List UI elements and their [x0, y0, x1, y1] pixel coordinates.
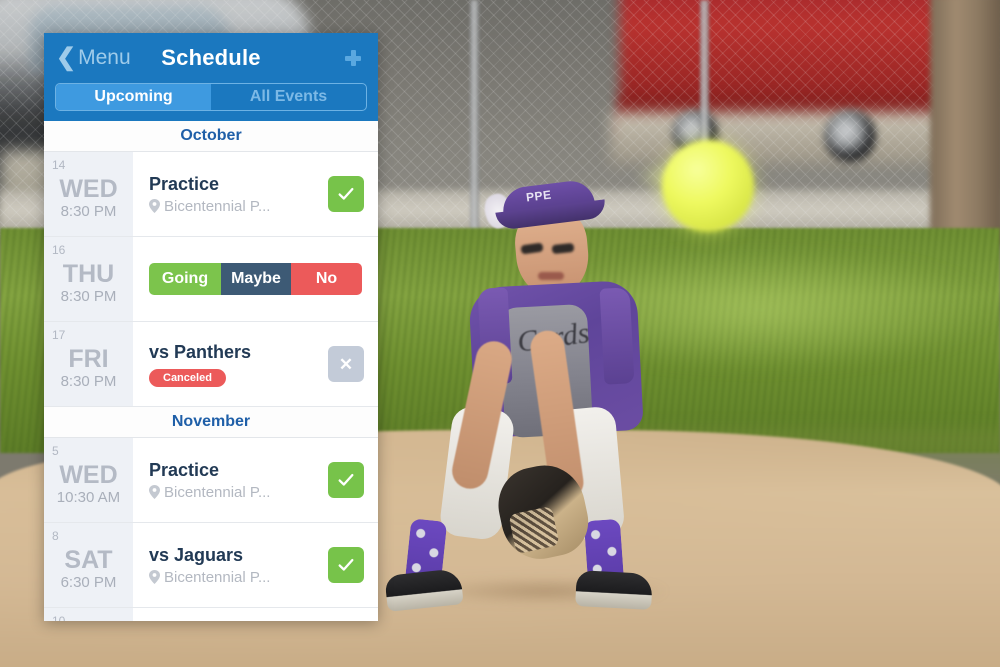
status-badge: Canceled — [149, 368, 226, 387]
table-row[interactable]: 5 WED 10:30 AM Practice Bicentennial P..… — [44, 438, 378, 523]
navigation-bar: ❮ Menu Schedule — [44, 33, 378, 83]
close-icon: ✕ — [338, 354, 354, 374]
table-row[interactable]: 16 THU 8:30 PM Going Maybe No — [44, 237, 378, 322]
event-location: Bicentennial P... — [149, 198, 328, 215]
segmented-control-bar: Upcoming All Events — [44, 83, 378, 121]
event-details: Practice Bicentennial P... — [149, 459, 328, 501]
date-time: 8:30 PM — [60, 288, 117, 306]
date-day-number: 10 — [52, 614, 66, 621]
event-details: vs Panthers Canceled — [149, 341, 328, 387]
date-day-of-week: SAT — [64, 545, 113, 574]
date-day-number: 5 — [52, 444, 59, 458]
table-row[interactable]: 8 SAT 6:30 PM vs Jaguars Bicentennial P.… — [44, 523, 378, 608]
rsvp-control[interactable]: Going Maybe No — [149, 263, 362, 295]
check-icon — [338, 187, 354, 200]
event-title: vs Panthers — [149, 342, 252, 363]
event-content: Going Maybe No — [133, 237, 378, 321]
page-title: Schedule — [161, 45, 261, 70]
event-date-column: 16 THU 8:30 PM — [44, 237, 133, 321]
event-location-label: Bicentennial P... — [164, 197, 271, 215]
event-date-column: 14 WED 8:30 PM — [44, 152, 133, 236]
event-details: Practice Bicentennial P... — [149, 173, 328, 215]
date-day-number: 16 — [52, 243, 66, 257]
check-icon — [338, 473, 354, 486]
schedule-list[interactable]: October 14 WED 8:30 PM Practice Bicenten… — [44, 121, 378, 621]
event-location-label: Bicentennial P... — [164, 483, 271, 501]
event-content: Practice Bicentennial P... — [133, 152, 378, 236]
plus-icon[interactable] — [342, 33, 364, 83]
date-time: 6:30 PM — [60, 574, 117, 592]
date-day-number: 17 — [52, 328, 66, 342]
month-header-october: October — [44, 121, 378, 152]
map-pin-icon — [149, 485, 160, 500]
month-header-november: November — [44, 407, 378, 438]
map-pin-icon — [149, 570, 160, 585]
event-date-column: 5 WED 10:30 AM — [44, 438, 133, 522]
tab-all-events[interactable]: All Events — [211, 84, 366, 110]
map-pin-icon — [149, 199, 160, 214]
event-location: Bicentennial P... — [149, 484, 328, 501]
table-row[interactable]: 10 — [44, 608, 378, 621]
back-button-label: Menu — [78, 46, 131, 69]
rsvp-going-button[interactable] — [328, 547, 364, 583]
event-title: Practice — [149, 460, 220, 481]
event-content: Practice Bicentennial P... — [133, 438, 378, 522]
event-content: vs Panthers Canceled ✕ — [133, 322, 378, 406]
date-time: 8:30 PM — [60, 203, 117, 221]
rsvp-maybe-option[interactable]: Maybe — [221, 263, 291, 295]
event-title: Practice — [149, 174, 220, 195]
rsvp-going-option[interactable]: Going — [149, 263, 221, 295]
event-date-column: 17 FRI 8:30 PM — [44, 322, 133, 406]
screenshot-stage: PPE Cards ❮ Menu Schedule — [0, 0, 1000, 667]
softball-player: PPE Cards — [384, 174, 720, 612]
event-canceled-button[interactable]: ✕ — [328, 346, 364, 382]
date-day-of-week: FRI — [68, 344, 109, 373]
rsvp-going-button[interactable] — [328, 176, 364, 212]
tab-upcoming[interactable]: Upcoming — [56, 84, 211, 110]
event-details: vs Jaguars Bicentennial P... — [149, 544, 328, 586]
date-day-of-week: WED — [59, 460, 118, 489]
table-row[interactable]: 17 FRI 8:30 PM vs Panthers Canceled ✕ — [44, 322, 378, 407]
event-location: Bicentennial P... — [149, 569, 328, 586]
event-location-label: Bicentennial P... — [164, 568, 271, 586]
event-content — [133, 608, 378, 621]
check-icon — [338, 558, 354, 571]
chevron-left-icon: ❮ — [56, 44, 77, 71]
event-content: vs Jaguars Bicentennial P... — [133, 523, 378, 607]
date-day-number: 8 — [52, 529, 59, 543]
rsvp-going-button[interactable] — [328, 462, 364, 498]
date-day-of-week: THU — [62, 259, 115, 288]
rsvp-no-option[interactable]: No — [291, 263, 362, 295]
table-row[interactable]: 14 WED 8:30 PM Practice Bicentennial P..… — [44, 152, 378, 237]
date-day-of-week: WED — [59, 174, 118, 203]
schedule-app-panel: ❮ Menu Schedule Upcoming All Events Octo… — [44, 33, 378, 621]
segmented-control[interactable]: Upcoming All Events — [55, 83, 367, 111]
date-time: 8:30 PM — [60, 373, 117, 391]
date-time: 10:30 AM — [56, 489, 121, 507]
event-title: vs Jaguars — [149, 545, 244, 566]
back-to-menu-button[interactable]: ❮ Menu — [56, 33, 131, 83]
event-date-column: 10 — [44, 608, 133, 621]
date-day-number: 14 — [52, 158, 66, 172]
event-date-column: 8 SAT 6:30 PM — [44, 523, 133, 607]
tree-trunk — [930, 0, 1000, 245]
